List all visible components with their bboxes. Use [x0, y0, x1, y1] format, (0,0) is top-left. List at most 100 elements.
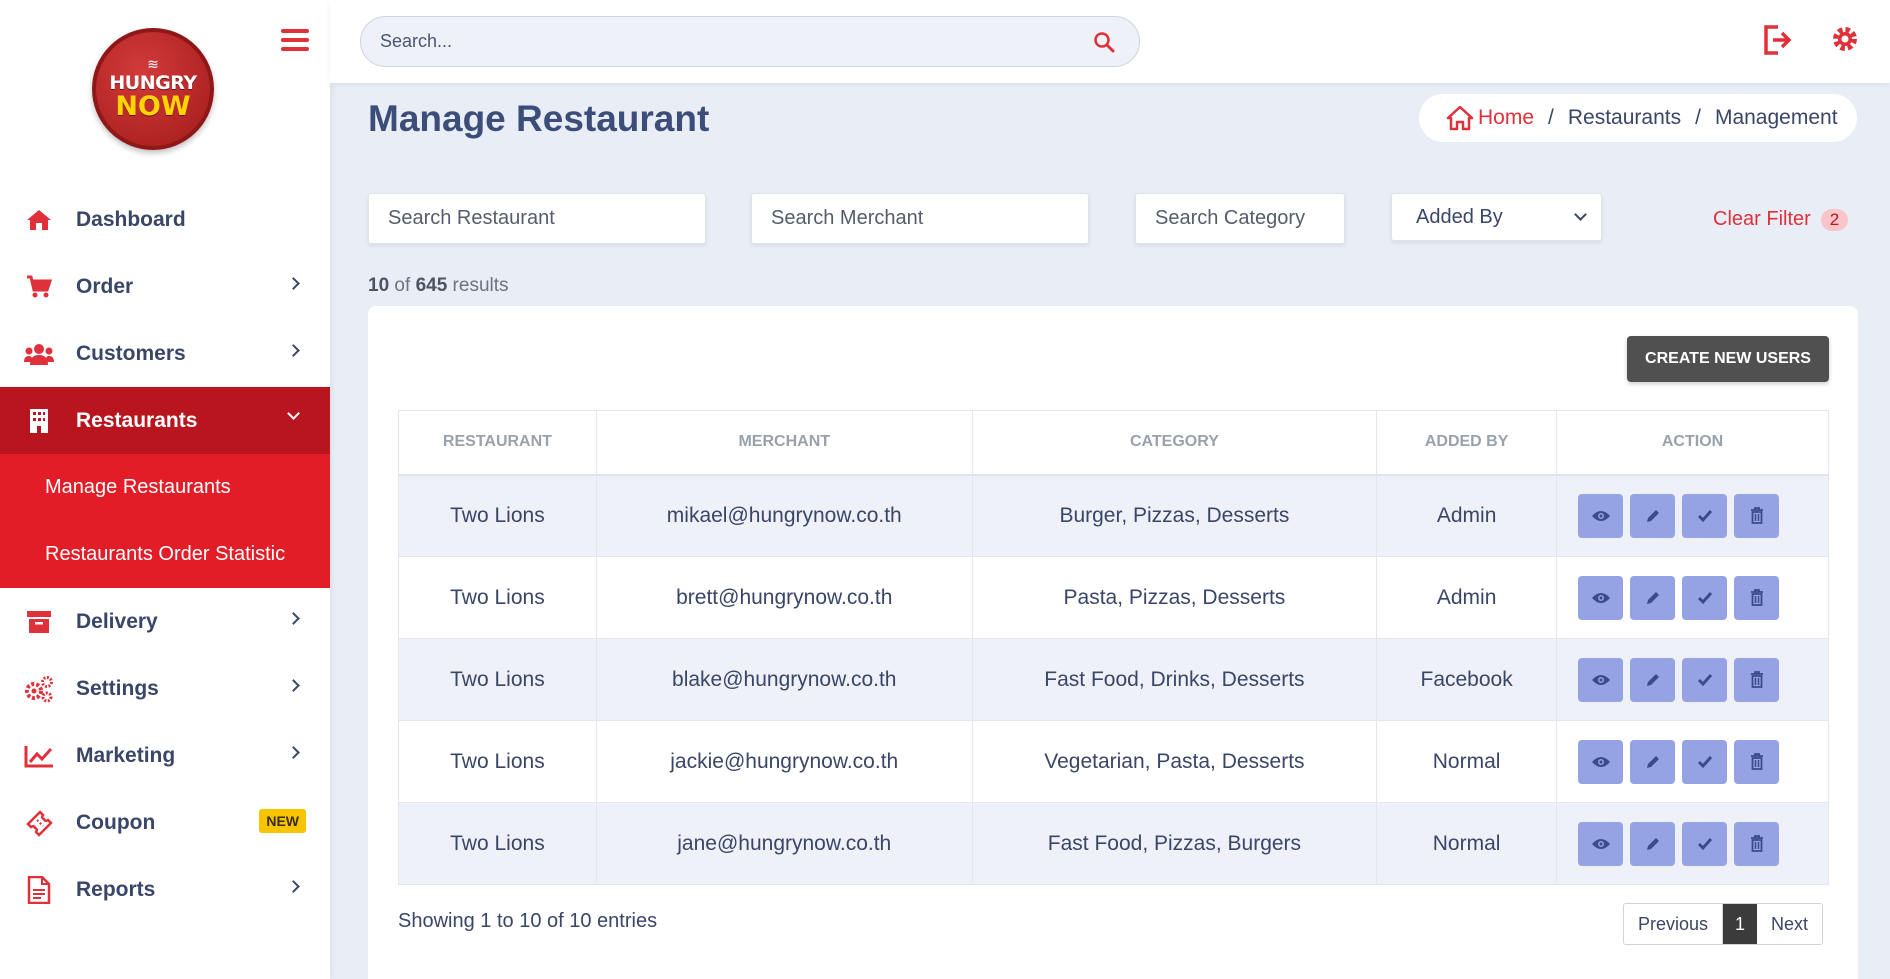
cell-actions [1556, 556, 1829, 639]
view-button[interactable] [1578, 821, 1624, 866]
delete-button[interactable] [1734, 493, 1780, 538]
steam-icon: ≋ [147, 56, 159, 72]
sidebar-item-label: Coupon [76, 810, 156, 834]
cell-added-by: Normal [1376, 720, 1558, 803]
approve-button[interactable] [1682, 821, 1728, 866]
trash-icon [1750, 589, 1763, 606]
logout-icon[interactable] [1762, 24, 1792, 61]
sidebar-item-marketing[interactable]: Marketing [0, 722, 330, 789]
edit-button[interactable] [1630, 821, 1676, 866]
edit-button[interactable] [1630, 739, 1676, 784]
sidebar: ≋ HUNGRY NOW Dashboard Order Customers R… [0, 0, 330, 979]
view-button[interactable] [1578, 575, 1624, 620]
added-by-select[interactable]: Added By [1391, 193, 1602, 241]
approve-button[interactable] [1682, 739, 1728, 784]
sidebar-item-label: Restaurants [76, 408, 198, 432]
cell-category: Fast Food, Drinks, Desserts [971, 638, 1378, 721]
global-search-input[interactable] [380, 31, 1060, 52]
check-icon [1697, 591, 1712, 604]
sidebar-item-delivery[interactable]: Delivery [0, 588, 330, 655]
clear-filter-label: Clear Filter [1713, 208, 1811, 230]
sidebar-item-settings[interactable]: Settings [0, 655, 330, 722]
table-row: Two Lions blake@hungrynow.co.th Fast Foo… [398, 638, 1829, 721]
search-icon[interactable] [1093, 31, 1115, 58]
delete-button[interactable] [1734, 739, 1780, 784]
search-restaurant-input[interactable] [388, 207, 674, 230]
pencil-icon [1646, 755, 1659, 768]
cell-merchant: brett@hungrynow.co.th [595, 556, 973, 639]
approve-button[interactable] [1682, 493, 1728, 538]
category-filter [1135, 193, 1345, 244]
view-button[interactable] [1578, 493, 1624, 538]
search-category-input[interactable] [1155, 207, 1326, 230]
cell-added-by: Admin [1376, 556, 1558, 639]
restaurants-card: CREATE NEW USERS Restaurant Merchant Cat… [368, 306, 1858, 979]
sidebar-item-label: Dashboard [76, 207, 186, 231]
approve-button[interactable] [1682, 575, 1728, 620]
cell-restaurant: Two Lions [398, 802, 597, 885]
cell-added-by: Normal [1376, 802, 1558, 885]
column-header-merchant[interactable]: Merchant [595, 410, 973, 476]
filter-count-badge: 2 [1820, 208, 1849, 231]
chevron-right-icon [287, 746, 300, 759]
next-page-button[interactable]: Next [1757, 904, 1823, 944]
showing-entries: Showing 1 to 10 of 10 entries [398, 910, 658, 932]
submenu-item-restaurants-order-statistic[interactable]: Restaurants Order Statistic [0, 521, 330, 588]
sidebar-item-coupon[interactable]: Coupon NEW [0, 789, 330, 856]
delete-button[interactable] [1734, 575, 1780, 620]
chevron-right-icon [287, 679, 300, 692]
search-merchant-input[interactable] [771, 207, 1057, 230]
cell-added-by: Facebook [1376, 638, 1558, 721]
clear-filter-button[interactable]: Clear Filter 2 [1713, 208, 1849, 231]
submenu-item-manage-restaurants[interactable]: Manage Restaurants [0, 454, 330, 521]
breadcrumb-home[interactable]: Home [1446, 105, 1534, 131]
edit-button[interactable] [1630, 575, 1676, 620]
page-1-button[interactable]: 1 [1723, 904, 1758, 944]
column-header-added-by[interactable]: Added By [1376, 410, 1558, 476]
edit-button[interactable] [1630, 657, 1676, 702]
users-icon [24, 339, 54, 369]
breadcrumb-separator: / [1548, 106, 1554, 129]
added-by-select-value: Added By [1416, 205, 1503, 228]
delete-button[interactable] [1734, 657, 1780, 702]
breadcrumb-restaurants[interactable]: Restaurants [1568, 106, 1681, 130]
sidebar-item-reports[interactable]: Reports [0, 856, 330, 923]
create-new-users-button[interactable]: CREATE NEW USERS [1627, 336, 1829, 382]
edit-button[interactable] [1630, 493, 1676, 538]
logo-line1: HUNGRY [109, 72, 197, 94]
approve-button[interactable] [1682, 657, 1728, 702]
breadcrumb: Home / Restaurants / Management [1419, 94, 1857, 142]
sidebar-item-label: Order [76, 274, 134, 298]
cell-actions [1556, 802, 1829, 885]
column-header-restaurant[interactable]: Restaurant [398, 410, 597, 476]
sidebar-item-restaurants[interactable]: Restaurants [0, 387, 330, 454]
chevron-right-icon [287, 344, 300, 357]
sidebar-item-dashboard[interactable]: Dashboard [0, 186, 330, 253]
archive-icon [24, 607, 54, 637]
cell-restaurant: Two Lions [398, 638, 597, 721]
ticket-icon [24, 808, 54, 838]
view-button[interactable] [1578, 739, 1624, 784]
sidebar-item-order[interactable]: Order [0, 253, 330, 320]
cell-merchant: mikael@hungrynow.co.th [595, 474, 973, 557]
new-badge: NEW [259, 809, 306, 833]
pagination: Previous 1 Next [1623, 903, 1824, 945]
gears-icon [24, 674, 54, 704]
hamburger-menu-icon[interactable] [281, 29, 309, 51]
sidebar-nav: Dashboard Order Customers Restaurants Ma… [0, 186, 330, 923]
gear-icon[interactable] [1830, 24, 1860, 59]
check-icon [1697, 509, 1712, 522]
brand-logo[interactable]: ≋ HUNGRY NOW [92, 28, 214, 150]
page-title: Manage Restaurant [368, 98, 710, 139]
delete-button[interactable] [1734, 821, 1780, 866]
column-header-category[interactable]: Category [971, 410, 1378, 476]
home-icon [24, 205, 54, 235]
view-button[interactable] [1578, 657, 1624, 702]
sidebar-item-customers[interactable]: Customers [0, 320, 330, 387]
previous-page-button[interactable]: Previous [1624, 904, 1724, 944]
cart-icon [24, 272, 54, 302]
sidebar-item-label: Delivery [76, 609, 158, 633]
building-icon [24, 406, 54, 436]
eye-icon [1591, 592, 1610, 603]
trash-icon [1750, 671, 1763, 688]
